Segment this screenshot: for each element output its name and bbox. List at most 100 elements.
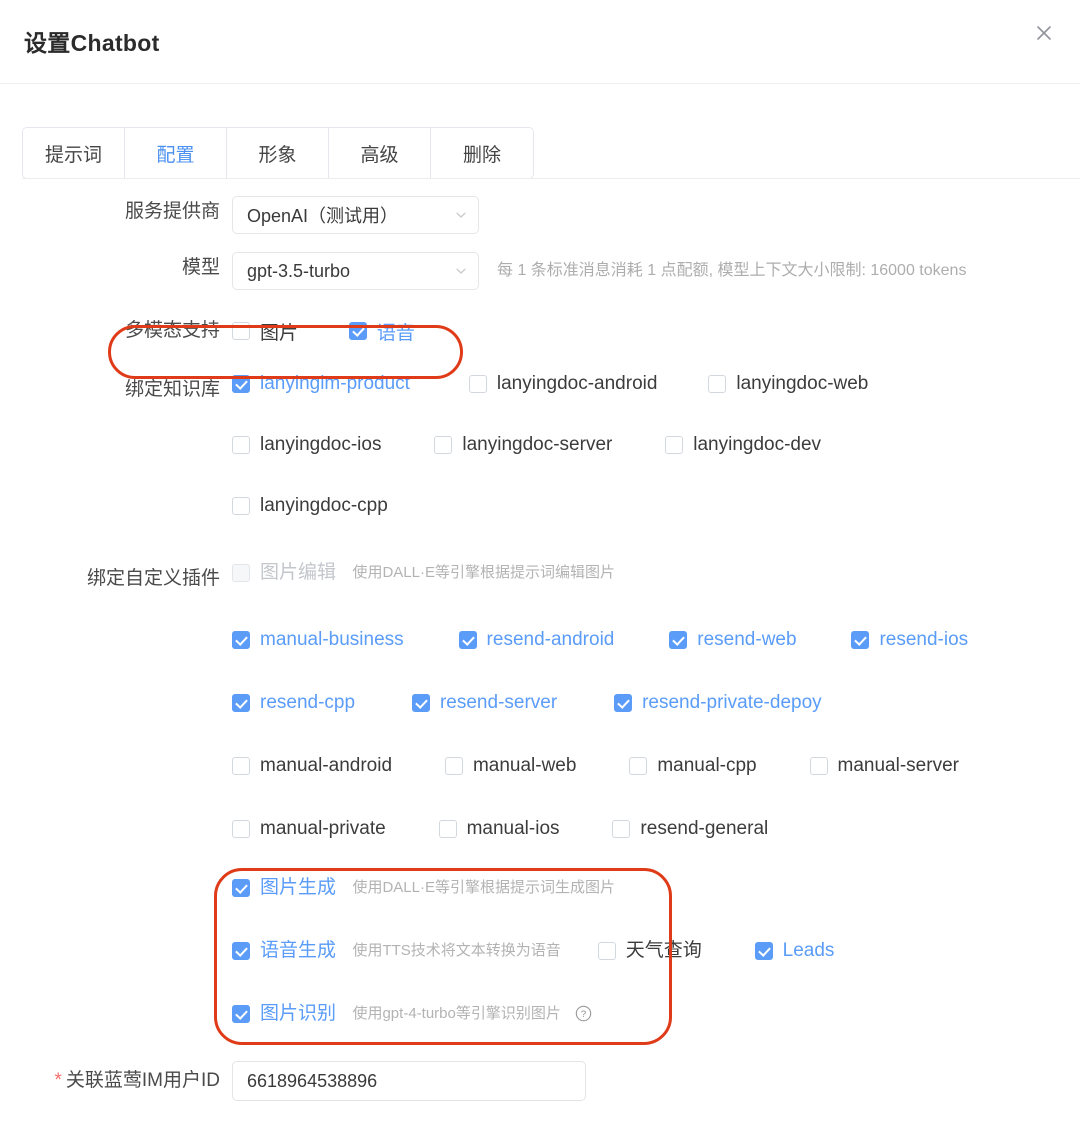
- form-row-multimodal: 多模态支持 图片 语音: [0, 310, 1080, 352]
- checkbox-lanyingdoc-dev[interactable]: lanyingdoc-dev: [665, 435, 821, 454]
- checkbox-box: [348, 322, 367, 340]
- checkbox-label: 图片生成: [260, 877, 337, 898]
- checkbox-manual-server[interactable]: manual-server: [809, 755, 959, 776]
- tab-prompt[interactable]: 提示词: [23, 128, 126, 178]
- checkbox-label: 图片: [260, 322, 299, 344]
- checkbox-lanyingdoc-cpp[interactable]: lanyingdoc-cpp: [232, 496, 388, 515]
- checkbox-label: lanyingdoc-server: [462, 434, 613, 455]
- image-gen-desc: 使用DALL·E等引擎根据提示词生成图片: [352, 878, 615, 896]
- checkbox-box: [468, 374, 487, 393]
- checkbox-label: lanyingdoc-ios: [260, 434, 382, 455]
- checkbox-resend-general[interactable]: resend-general: [612, 819, 768, 838]
- checkbox-box: [232, 630, 250, 649]
- svg-text:?: ?: [581, 1009, 586, 1020]
- checkbox-box: [232, 435, 250, 454]
- plugin-row-image-edit: 图片编辑 使用DALL·E等引擎根据提示词编辑图片: [232, 563, 1080, 582]
- checkbox-resend-web[interactable]: resend-web: [669, 630, 797, 649]
- page-title: 设置Chatbot: [24, 30, 160, 56]
- image-recognition-desc: 使用gpt-4-turbo等引擎识别图片: [352, 1004, 561, 1022]
- checkbox-manual-ios[interactable]: manual-ios: [438, 818, 560, 839]
- user-id-input[interactable]: [232, 1061, 586, 1101]
- knowledge-base-row: lanyingdoc-ios lanyingdoc-server lanying…: [232, 435, 1080, 454]
- checkbox-lanyingim-product[interactable]: lanyingim-product: [232, 374, 410, 393]
- form-row-model: 模型 gpt-3.5-turbo 每 1 条标准消息消耗 1 点配额, 模型上下…: [0, 252, 1080, 290]
- checkbox-box: [612, 819, 631, 838]
- checkbox-box: [232, 756, 250, 775]
- checkbox-box: [232, 819, 250, 838]
- tab-bar: 提示词 配置 形象 高级 删除: [22, 127, 535, 179]
- checkbox-label: lanyingim-product: [260, 373, 410, 394]
- checkbox-resend-cpp[interactable]: resend-cpp: [232, 693, 355, 712]
- checkbox-resend-android[interactable]: resend-android: [458, 630, 614, 649]
- checkbox-label: lanyingdoc-web: [736, 373, 869, 394]
- plugin-row-image-recognition: 图片识别 使用gpt-4-turbo等引擎识别图片 ?: [232, 1004, 1080, 1023]
- checkbox-box: [411, 693, 430, 712]
- checkbox-image-recognition[interactable]: 图片识别: [232, 1004, 336, 1023]
- checkbox-box: [232, 322, 250, 340]
- checkbox-label: manual-cpp: [657, 755, 757, 776]
- checkbox-label: lanyingdoc-dev: [693, 434, 822, 455]
- checkbox-label: resend-general: [640, 818, 769, 839]
- checkbox-voice-generation[interactable]: 语音生成: [232, 941, 336, 960]
- checkbox-manual-cpp[interactable]: manual-cpp: [629, 755, 757, 776]
- tab-delete[interactable]: 删除: [431, 128, 534, 178]
- close-icon[interactable]: [1030, 19, 1058, 47]
- checkbox-resend-private-depoy[interactable]: resend-private-depoy: [614, 693, 822, 712]
- checkbox-resend-ios[interactable]: resend-ios: [851, 630, 968, 649]
- provider-value: OpenAI（测试用）: [247, 206, 399, 226]
- plugin-row: resend-cpp resend-server resend-private-…: [232, 693, 1080, 712]
- checkbox-weather-query[interactable]: 天气查询: [597, 940, 702, 961]
- knowledge-base-row: lanyingdoc-cpp: [232, 496, 1080, 515]
- plugin-row-image-gen: 图片生成 使用DALL·E等引擎根据提示词生成图片: [232, 878, 1080, 897]
- model-value: gpt-3.5-turbo: [247, 260, 351, 281]
- checkbox-lanyingdoc-ios[interactable]: lanyingdoc-ios: [232, 435, 381, 454]
- checkbox-label: resend-server: [439, 692, 558, 713]
- provider-select[interactable]: OpenAI（测试用）: [232, 196, 479, 234]
- chevron-down-icon: [454, 208, 468, 222]
- checkbox-box: [232, 563, 250, 582]
- tab-avatar[interactable]: 形象: [227, 128, 330, 178]
- image-edit-desc: 使用DALL·E等引擎根据提示词编辑图片: [352, 563, 615, 581]
- checkbox-label: lanyingdoc-cpp: [260, 495, 388, 516]
- model-label: 模型: [181, 257, 220, 278]
- checkbox-resend-server[interactable]: resend-server: [411, 692, 558, 713]
- checkbox-label: resend-ios: [879, 629, 969, 650]
- model-select[interactable]: gpt-3.5-turbo: [232, 252, 479, 290]
- checkbox-lanyingdoc-server[interactable]: lanyingdoc-server: [434, 435, 612, 454]
- knowledge-base-row: lanyingim-product lanyingdoc-android lan…: [232, 374, 1080, 393]
- checkbox-manual-business[interactable]: manual-business: [232, 630, 404, 649]
- checkbox-box: [665, 435, 684, 454]
- checkbox-lanyingdoc-web[interactable]: lanyingdoc-web: [708, 374, 868, 393]
- checkbox-leads[interactable]: Leads: [754, 940, 835, 961]
- plugin-row: manual-business resend-android resend-we…: [232, 630, 1080, 649]
- checkbox-label: Leads: [782, 940, 835, 961]
- checkbox-box: [754, 941, 773, 960]
- checkbox-manual-android[interactable]: manual-android: [232, 756, 392, 775]
- checkbox-box: [438, 819, 457, 838]
- checkbox-box: [669, 630, 688, 649]
- question-mark-icon[interactable]: ?: [575, 1005, 592, 1022]
- required-asterisk: *: [54, 1070, 62, 1091]
- checkbox-multimodal-voice[interactable]: 语音: [348, 318, 415, 345]
- model-quota-hint: 每 1 条标准消息消耗 1 点配额, 模型上下文大小限制: 16000 toke…: [497, 262, 967, 279]
- checkbox-label: 图片编辑: [260, 562, 337, 583]
- checkbox-manual-web[interactable]: manual-web: [444, 756, 576, 775]
- checkbox-multimodal-image[interactable]: 图片: [232, 318, 298, 345]
- user-id-label-text: 关联蓝莺IM用户ID: [65, 1070, 220, 1091]
- checkbox-label: manual-ios: [466, 818, 560, 839]
- checkbox-box: [708, 374, 727, 393]
- checkbox-label: manual-server: [837, 755, 959, 776]
- user-id-label: * 关联蓝莺IM用户ID: [0, 1065, 232, 1097]
- checkbox-manual-private[interactable]: manual-private: [232, 819, 386, 838]
- checkbox-box: [232, 374, 250, 393]
- tab-advanced[interactable]: 高级: [329, 128, 432, 178]
- checkbox-box: [614, 693, 633, 712]
- tab-config[interactable]: 配置: [125, 128, 228, 178]
- checkbox-label: 天气查询: [625, 940, 702, 961]
- voice-gen-desc: 使用TTS技术将文本转换为语音: [352, 941, 561, 959]
- checkbox-image-generation[interactable]: 图片生成: [232, 878, 336, 897]
- provider-label: 服务提供商: [124, 201, 220, 222]
- tab-bar-divider: [22, 178, 1080, 179]
- checkbox-box: [809, 756, 828, 775]
- checkbox-lanyingdoc-android[interactable]: lanyingdoc-android: [468, 374, 657, 393]
